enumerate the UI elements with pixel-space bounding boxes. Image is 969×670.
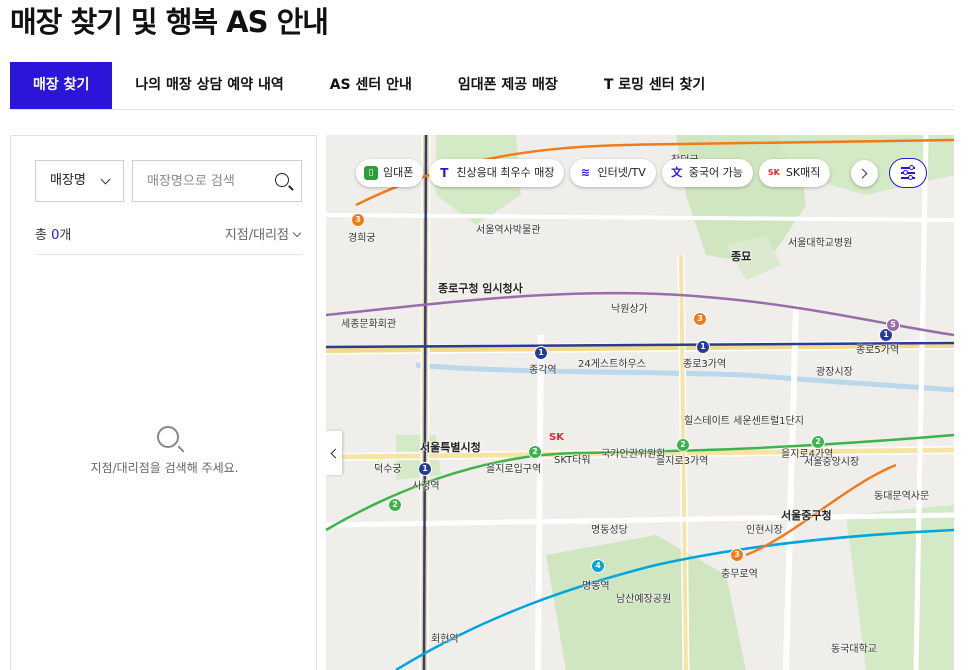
map-label: 종각역 xyxy=(529,365,557,376)
search-type-value: 매장명 xyxy=(50,173,86,188)
tab-my-reservations[interactable]: 나의 매장 상담 예약 내역 xyxy=(112,62,306,109)
map-label: 경희궁 xyxy=(348,233,376,244)
result-count-prefix: 총 xyxy=(35,228,52,243)
filter-chip-label: 인터넷/TV xyxy=(597,166,646,179)
search-input[interactable] xyxy=(145,161,279,201)
map-label: 충무로역 xyxy=(721,569,758,580)
map-label: 시청역 xyxy=(412,481,440,492)
sk-logo-icon: SK xyxy=(767,168,780,177)
station-marker: 1 xyxy=(696,340,710,354)
map-label: 동대문역사문 xyxy=(874,491,930,502)
chevron-down-icon xyxy=(100,174,111,185)
map-label: 서울역사박물관 xyxy=(476,225,541,236)
map-label: 서울중앙시장 xyxy=(804,457,860,468)
filter-chip-sk-magic[interactable]: SK SK매직 xyxy=(758,159,831,187)
map-label: 서울특별시청 xyxy=(420,441,481,454)
station-marker: 5 xyxy=(886,318,900,332)
sliders-icon xyxy=(901,170,915,175)
filter-chip-label: SK매직 xyxy=(785,166,821,179)
filter-chip-label: 중국어 가능 xyxy=(688,166,743,179)
phone-icon: ▯ xyxy=(364,166,378,180)
map-label: 낙원상가 xyxy=(611,304,648,315)
filter-chip-best-service[interactable]: T 친상응대 최우수 매장 xyxy=(429,159,565,187)
map-label: 인현시장 xyxy=(746,525,783,536)
sk-telecom-logo-icon: SK xyxy=(549,432,564,443)
search-panel: 매장명 총 0개 지점/대리점 지점/대리점을 검색해 주세요. xyxy=(10,135,317,670)
result-count: 총 0개 xyxy=(35,224,71,243)
map-label: 덕수궁 xyxy=(374,464,402,475)
station-marker: 3 xyxy=(693,312,707,326)
t-logo-icon: T xyxy=(440,166,449,180)
map-view[interactable]: 1 1 1 1 2 2 2 2 3 3 3 4 5 경희궁 서울역사박물관 종로… xyxy=(326,135,954,670)
divider xyxy=(35,254,302,255)
tab-t-roaming-center[interactable]: T 로밍 센터 찾기 xyxy=(581,62,728,109)
sort-label: 지점/대리점 xyxy=(224,228,289,243)
tab-as-center[interactable]: AS 센터 안내 xyxy=(307,62,435,109)
station-marker: 1 xyxy=(534,346,548,360)
map-label: 광장시장 xyxy=(816,367,853,378)
search-type-select[interactable]: 매장명 xyxy=(35,160,124,202)
filter-chip-label: 친상응대 최우수 매장 xyxy=(456,166,555,179)
map-label: 서울대학교병원 xyxy=(788,238,853,249)
filter-settings-button[interactable] xyxy=(889,158,927,188)
map-label: 종로3가역 xyxy=(683,359,727,370)
map-label: 국가인권위원회 xyxy=(601,449,666,460)
map-label: SKT타워 xyxy=(554,455,591,466)
map-label: 회현역 xyxy=(431,634,459,645)
station-marker: 4 xyxy=(591,559,605,573)
map-label: 힐스테이트 세운센트럴1단지 xyxy=(684,416,804,427)
tab-bar: 매장 찾기 나의 매장 상담 예약 내역 AS 센터 안내 임대폰 제공 매장 … xyxy=(10,62,954,110)
map-label: 을지로입구역 xyxy=(486,464,542,475)
map-filter-bar: ▯ 임대폰 T 친상응대 최우수 매장 ≋ 인터넷/TV 文 중국어 가능 SK… xyxy=(356,159,831,187)
search-icon[interactable] xyxy=(275,173,289,187)
search-box xyxy=(132,160,302,202)
station-marker: 2 xyxy=(388,498,402,512)
empty-search-icon xyxy=(157,426,179,448)
station-marker: 2 xyxy=(676,438,690,452)
sort-dropdown[interactable]: 지점/대리점 xyxy=(224,224,302,243)
map-label: 24게스트하우스 xyxy=(578,359,646,370)
chevron-down-icon xyxy=(292,228,302,238)
map-label: 명동역 xyxy=(582,581,610,592)
tab-store-search[interactable]: 매장 찾기 xyxy=(10,62,113,109)
chevron-right-icon[interactable] xyxy=(851,160,878,187)
map-label: 세종문화회관 xyxy=(341,319,397,330)
station-marker: 3 xyxy=(351,213,365,227)
map-label: 남산예장공원 xyxy=(616,594,672,605)
map-label: 종묘 xyxy=(731,250,752,263)
map-label: 종로구청 임시청사 xyxy=(438,282,523,295)
filter-chip-label: 임대폰 xyxy=(383,166,414,179)
map-label: 종로5가역 xyxy=(856,345,900,356)
station-marker: 2 xyxy=(528,445,542,459)
filter-chip-rental-phone[interactable]: ▯ 임대폰 xyxy=(356,159,424,187)
map-label: 동국대학교 xyxy=(831,644,877,655)
page-title: 매장 찾기 및 행복 AS 안내 xyxy=(10,5,329,39)
filter-chip-chinese[interactable]: 文 중국어 가능 xyxy=(661,159,753,187)
empty-message: 지점/대리점을 검색해 주세요. xyxy=(90,461,239,475)
translate-icon: 文 xyxy=(671,166,683,179)
sliders-icon xyxy=(901,175,915,180)
sliders-icon xyxy=(901,165,915,170)
filter-chip-internet-tv[interactable]: ≋ 인터넷/TV xyxy=(570,159,656,187)
map-label: 서울중구청 xyxy=(781,509,832,522)
tab-rental-phone-stores[interactable]: 임대폰 제공 매장 xyxy=(435,62,581,109)
collapse-panel-button[interactable] xyxy=(326,431,342,475)
map-label: 명동성당 xyxy=(591,525,628,536)
station-marker: 3 xyxy=(730,548,744,562)
station-marker: 1 xyxy=(418,462,432,476)
result-count-suffix: 개 xyxy=(59,228,72,243)
router-icon: ≋ xyxy=(580,166,591,179)
